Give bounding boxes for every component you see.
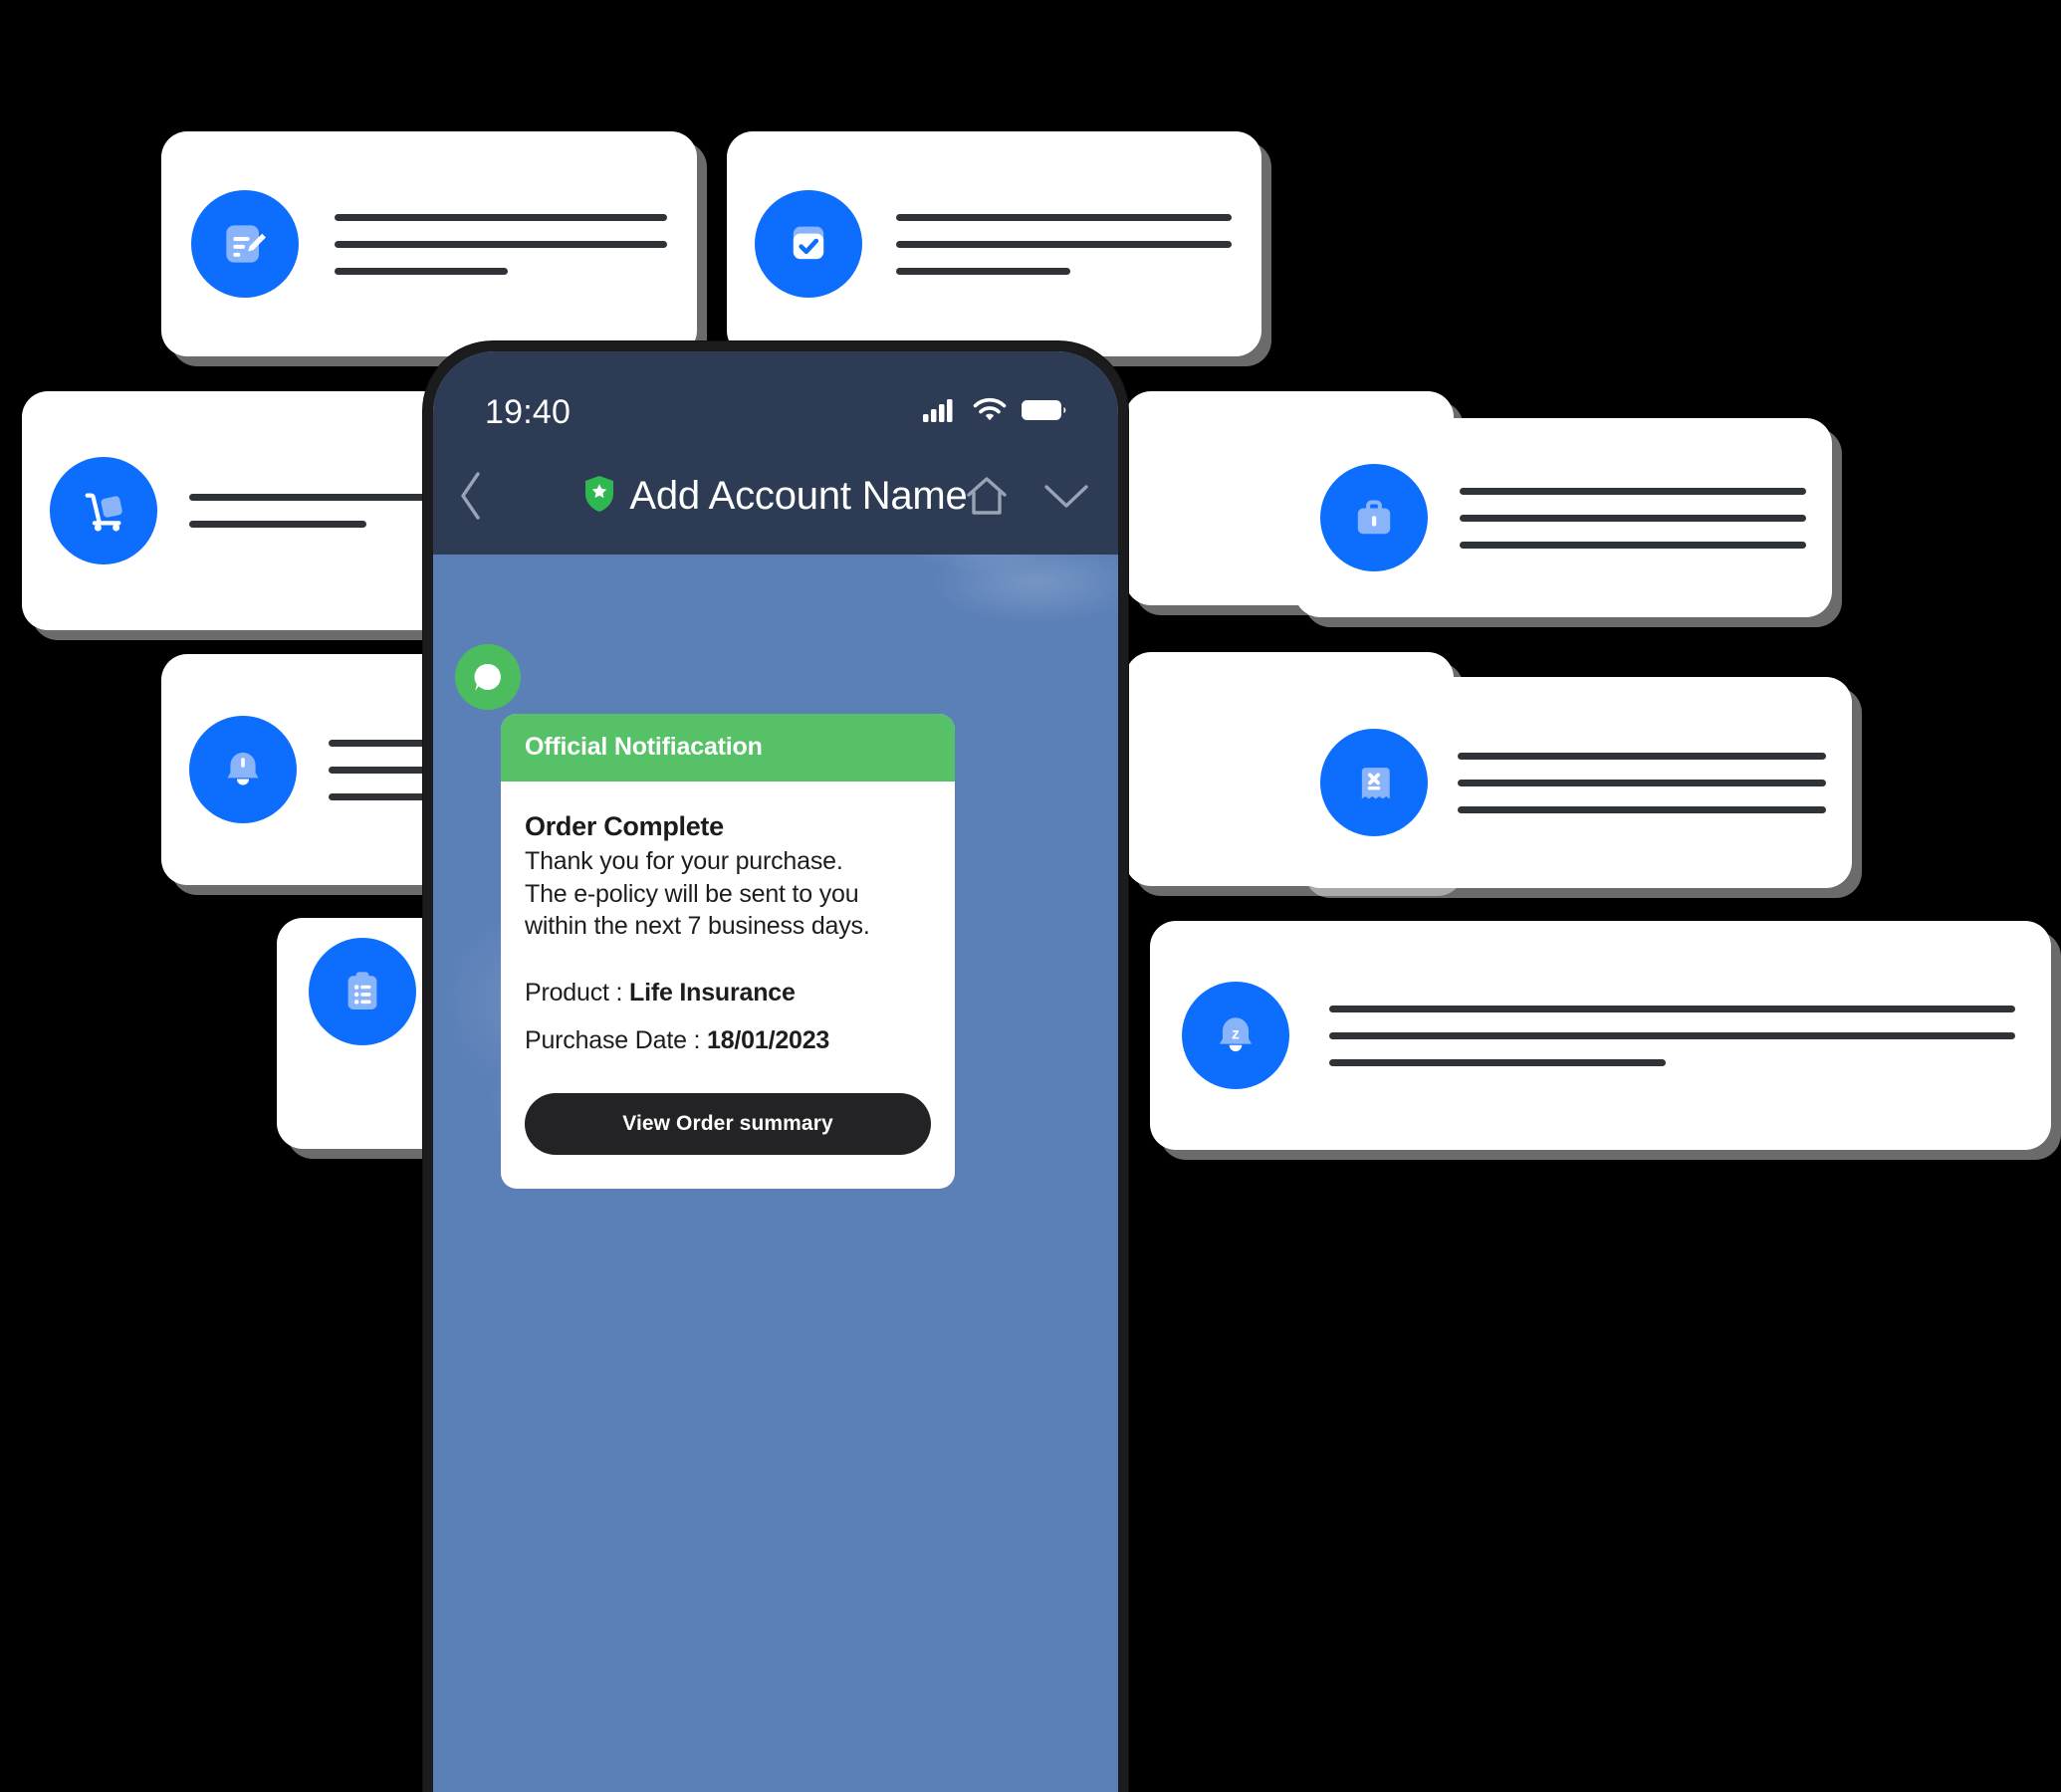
detail-value: 18/01/2023 bbox=[707, 1025, 830, 1054]
detail-label: Product : bbox=[525, 978, 629, 1007]
detail-row-purchase-date: Purchase Date : 18/01/2023 bbox=[525, 1026, 931, 1055]
status-bar-time: 19:40 bbox=[485, 392, 572, 431]
notification-card-body: Order Complete Thank you for your purcha… bbox=[501, 782, 955, 1189]
card-icon-wrap bbox=[755, 190, 862, 298]
notification-header-text: Official Notifiacation bbox=[525, 733, 763, 761]
notification-card[interactable]: Official Notifiacation Order Complete Th… bbox=[501, 714, 955, 1189]
card-icon-wrap bbox=[191, 190, 299, 298]
home-icon[interactable] bbox=[961, 471, 1013, 521]
placeholder-lines bbox=[896, 213, 1232, 275]
notification-message-line: The e-policy will be sent to you bbox=[525, 879, 859, 908]
checkbox-check-icon bbox=[755, 190, 862, 298]
placeholder-line bbox=[1329, 1031, 2015, 1039]
detail-row-product: Product : Life Insurance bbox=[525, 979, 931, 1008]
placeholder-line bbox=[896, 240, 1232, 248]
placeholder-line bbox=[896, 267, 1071, 275]
placeholder-lines bbox=[1329, 1005, 2015, 1066]
chat-bubble-icon bbox=[455, 644, 521, 710]
placeholder-line bbox=[1458, 752, 1826, 760]
notification-message-line: within the next 7 business days. bbox=[525, 912, 870, 940]
card-icon-wrap bbox=[1320, 464, 1428, 571]
nav-right-actions bbox=[961, 471, 1092, 521]
back-button[interactable] bbox=[455, 468, 489, 524]
background-card-briefcase[interactable] bbox=[1294, 418, 1832, 617]
notification-message-line: Thank you for your purchase. bbox=[525, 847, 843, 875]
background-card-receipt[interactable] bbox=[1294, 677, 1852, 888]
card-icon-wrap bbox=[1320, 729, 1428, 836]
svg-text:z: z bbox=[1232, 1025, 1240, 1042]
placeholder-line bbox=[1458, 805, 1826, 813]
placeholder-line bbox=[335, 267, 508, 275]
placeholder-line bbox=[896, 213, 1232, 221]
placeholder-lines bbox=[1458, 752, 1826, 813]
card-icon-wrap: z bbox=[1182, 982, 1289, 1089]
briefcase-icon bbox=[1320, 464, 1428, 571]
placeholder-line bbox=[189, 521, 366, 528]
background-card-delivery[interactable] bbox=[22, 391, 458, 630]
placeholder-lines bbox=[189, 494, 428, 528]
notification-card-header: Official Notifiacation bbox=[501, 714, 955, 782]
placeholder-line bbox=[1460, 541, 1806, 549]
clipboard-list-icon bbox=[309, 938, 416, 1045]
phone-top-chrome: 19:40 Add Account Name bbox=[433, 351, 1118, 555]
view-order-summary-button[interactable]: View Order summary bbox=[525, 1092, 931, 1155]
placeholder-line bbox=[189, 494, 428, 501]
phone-screen: 19:40 Add Account Name Official Notifiac… bbox=[433, 351, 1118, 1792]
placeholder-line bbox=[335, 240, 667, 248]
card-icon-wrap bbox=[189, 716, 297, 823]
placeholder-lines bbox=[335, 213, 667, 275]
note-edit-icon bbox=[191, 190, 299, 298]
notification-title: Order Complete bbox=[525, 811, 724, 841]
detail-label: Purchase Date : bbox=[525, 1025, 708, 1054]
nav-bar: Add Account Name bbox=[433, 437, 1118, 555]
background-card-snooze[interactable]: z bbox=[1150, 921, 2051, 1150]
wifi-icon bbox=[973, 397, 1007, 428]
placeholder-line bbox=[1458, 779, 1826, 786]
shield-star-icon bbox=[583, 475, 615, 518]
bell-snooze-icon: z bbox=[1182, 982, 1289, 1089]
placeholder-line bbox=[1329, 1058, 1666, 1066]
receipt-x-icon bbox=[1320, 729, 1428, 836]
screenshot-stage: z 19:40 Add Account Name Official Notifi… bbox=[0, 0, 2061, 1792]
status-bar: 19:40 bbox=[433, 381, 1118, 437]
detail-value: Life Insurance bbox=[629, 978, 796, 1007]
placeholder-line bbox=[1460, 487, 1806, 495]
placeholder-line bbox=[1329, 1005, 2015, 1012]
battery-icon bbox=[1021, 397, 1066, 428]
placeholder-line bbox=[1460, 514, 1806, 522]
placeholder-line bbox=[335, 213, 667, 221]
background-card-note-edit[interactable] bbox=[161, 131, 697, 356]
card-icon-wrap bbox=[309, 938, 416, 1045]
placeholder-lines bbox=[1460, 487, 1806, 549]
cellular-signal-icon bbox=[923, 397, 959, 428]
background-card-task-check[interactable] bbox=[727, 131, 1261, 356]
phone-mockup: 19:40 Add Account Name Official Notifiac… bbox=[423, 341, 1128, 1792]
hand-truck-icon bbox=[50, 457, 157, 564]
page-title: Add Account Name bbox=[629, 473, 968, 518]
status-bar-icons bbox=[923, 397, 1066, 428]
chevron-down-icon[interactable] bbox=[1040, 477, 1092, 515]
bell-icon bbox=[189, 716, 297, 823]
card-icon-wrap bbox=[50, 457, 157, 564]
